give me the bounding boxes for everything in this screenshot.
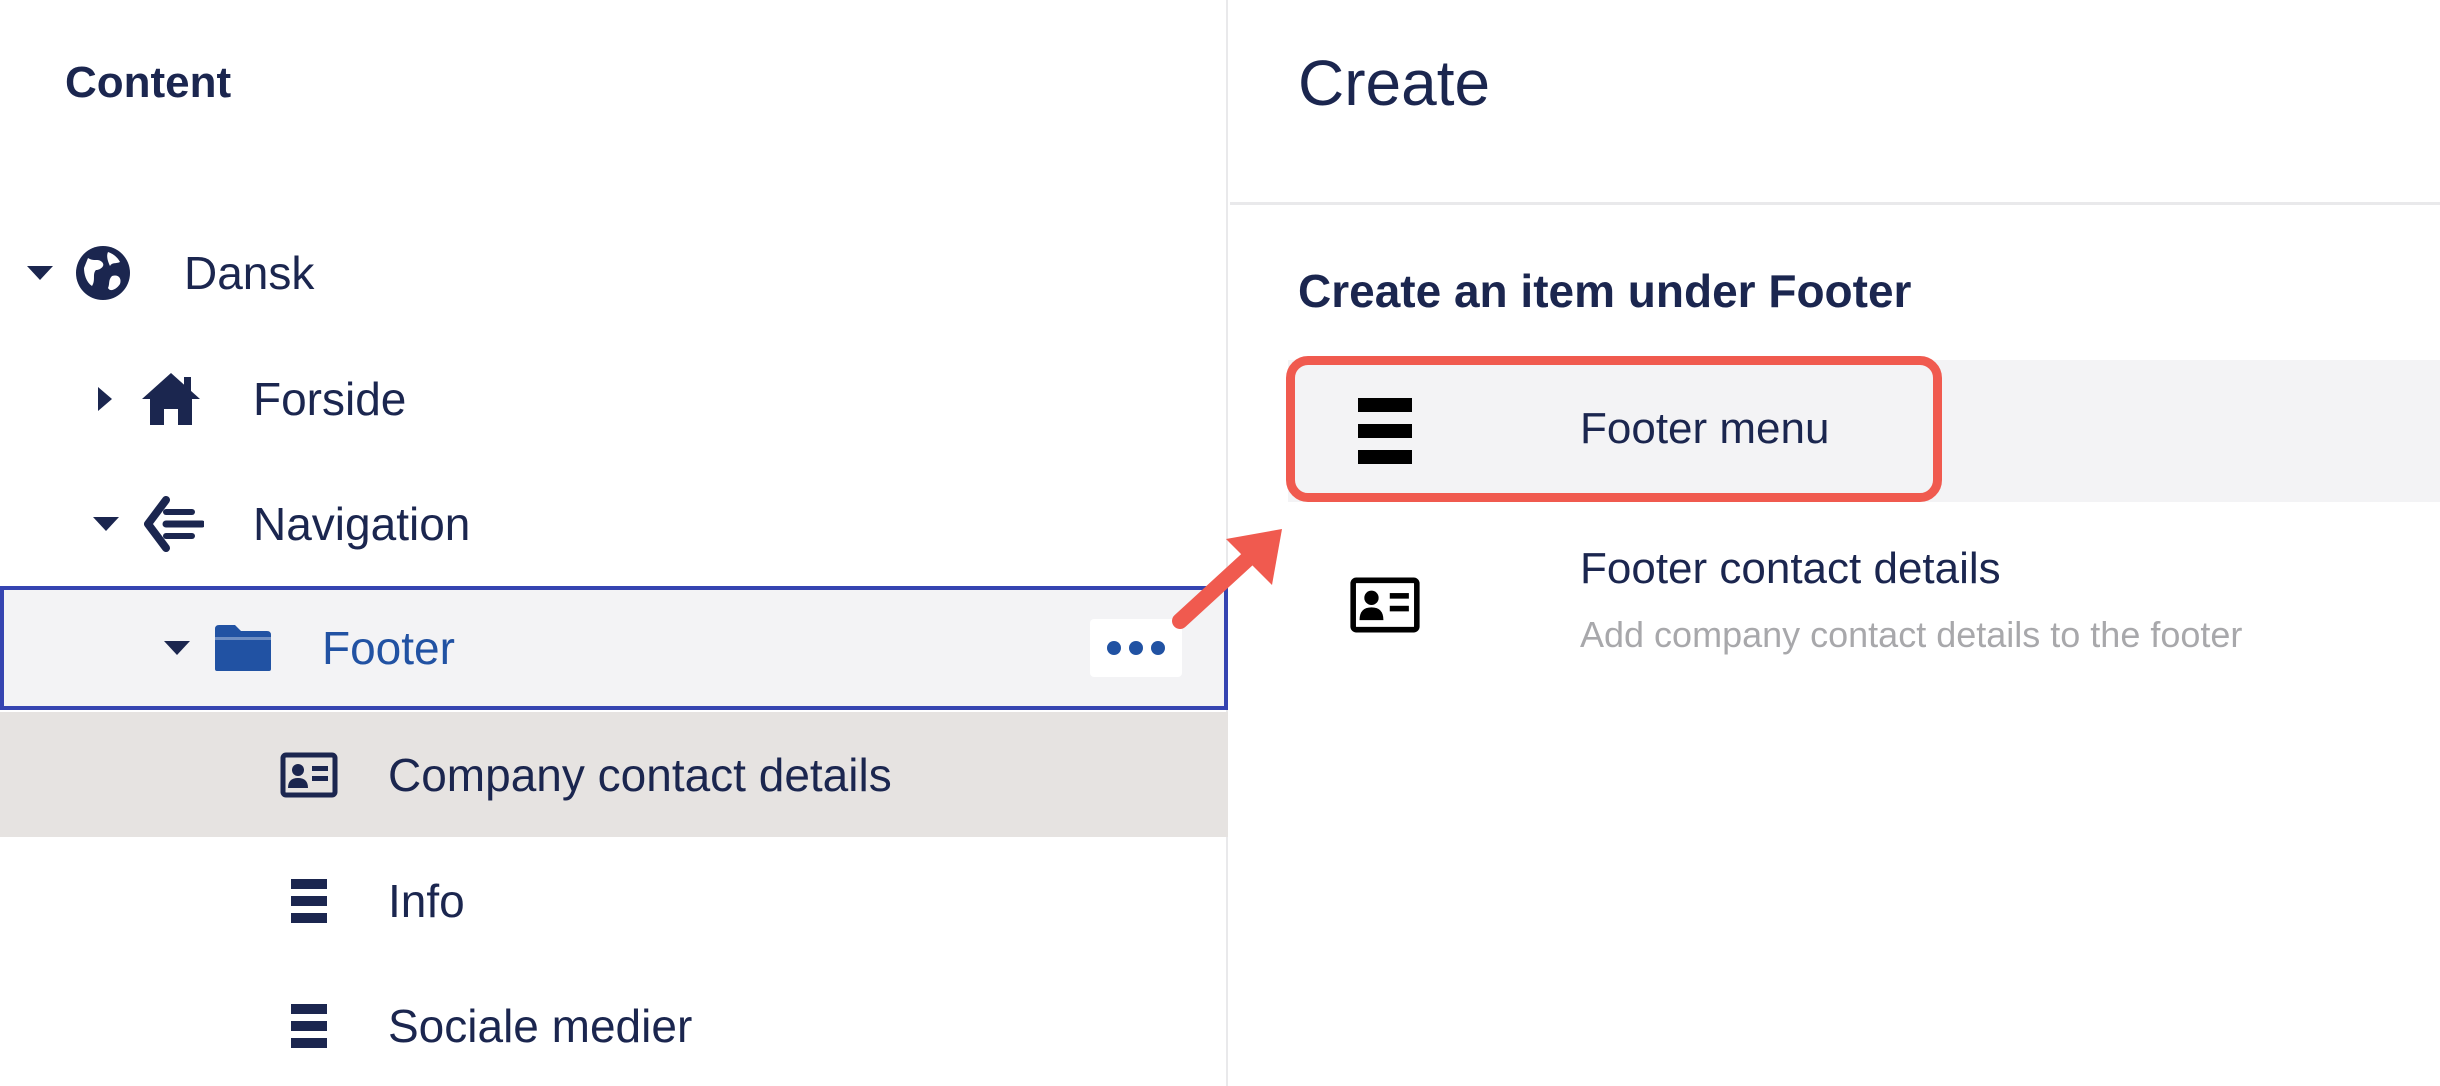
caret-down-icon[interactable]: [93, 516, 119, 531]
list-icon: [1350, 390, 1420, 472]
section-title: Create an item under Footer: [1298, 265, 1912, 317]
navigation-icon: [143, 493, 205, 555]
caret-right-icon[interactable]: [98, 386, 112, 411]
create-dialog: Create Create an item under Footer Foote…: [1230, 0, 2440, 1086]
tree-item-info[interactable]: Info: [0, 838, 1228, 963]
tree-item-label: Info: [388, 874, 465, 927]
globe-icon: [72, 242, 134, 304]
caret-down-icon[interactable]: [164, 641, 190, 655]
more-options-icon[interactable]: [1090, 619, 1182, 677]
create-item-description: Add company contact details to the foote…: [1580, 614, 2243, 655]
tree-item-label: Sociale medier: [388, 999, 693, 1052]
caret-down-icon[interactable]: [27, 265, 53, 280]
tree-item-label: Footer: [322, 622, 455, 674]
tree-item-company-contact-details[interactable]: Company contact details: [0, 712, 1228, 837]
sidebar-title: Content: [65, 58, 232, 107]
dialog-header: Create: [1230, 0, 2440, 205]
tree-item-label: Dansk: [184, 246, 315, 299]
tree-item-label: Navigation: [253, 497, 471, 550]
contact-card-icon: [278, 744, 340, 806]
list-icon: [278, 870, 340, 932]
dialog-title: Create: [1298, 47, 1491, 119]
content-tree-sidebar: Content Dansk Forside Navigation Footer …: [0, 0, 1228, 1086]
tree-item-sociale-medier[interactable]: Sociale medier: [0, 963, 1228, 1086]
tree-item-forside[interactable]: Forside: [0, 336, 1228, 461]
create-item-name: Footer menu: [1580, 404, 1830, 453]
contact-card-icon: [1350, 564, 1420, 646]
create-item-footer-menu[interactable]: Footer menu: [1288, 360, 2440, 502]
home-icon: [140, 368, 202, 430]
tree-item-dansk[interactable]: Dansk: [0, 210, 1228, 335]
tree-item-footer[interactable]: Footer: [0, 586, 1228, 710]
tree-item-navigation[interactable]: Navigation: [0, 461, 1228, 586]
create-item-name: Footer contact details: [1580, 544, 2001, 593]
list-icon: [278, 995, 340, 1057]
tree-item-label: Forside: [253, 372, 407, 425]
tree-item-label: Company contact details: [388, 748, 892, 801]
create-item-footer-contact-details[interactable]: Footer contact details Add company conta…: [1288, 530, 2440, 680]
folder-icon: [212, 617, 274, 679]
